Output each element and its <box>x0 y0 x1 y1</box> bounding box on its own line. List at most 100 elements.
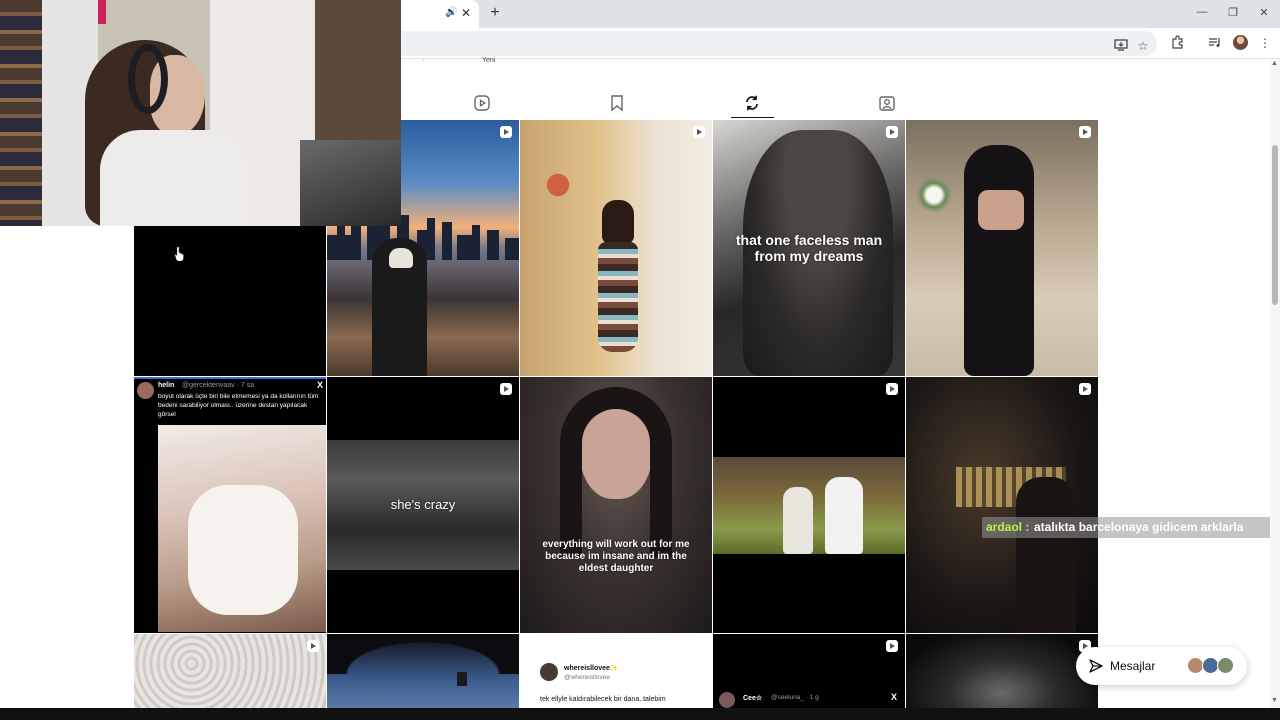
browser-tab[interactable]: 🔊 ✕ <box>401 0 479 28</box>
reel-icon <box>886 640 898 652</box>
hair-shape <box>560 387 672 557</box>
striped-dress <box>598 242 638 352</box>
white-dress <box>188 485 298 615</box>
messages-label: Mesajlar <box>1110 659 1156 673</box>
tweet-top-border <box>134 377 326 379</box>
flower-decor <box>538 155 578 215</box>
reels-icon <box>474 95 490 111</box>
saved-tab[interactable] <box>608 94 626 112</box>
screen: 🔊 ✕ + — ❐ ✕ ☆ ⋮ · Yeni that one faceless… <box>0 0 1280 720</box>
reposts-tab[interactable] <box>743 94 761 112</box>
x-icon: X <box>317 380 324 390</box>
tweet-image <box>158 425 326 632</box>
reel-icon <box>1079 383 1091 395</box>
avatar <box>137 382 154 399</box>
reel-icon <box>693 126 705 138</box>
caption-eldest: everything will work out for me because … <box>542 539 690 574</box>
bookshelf <box>0 0 42 226</box>
extensions-icon[interactable] <box>1169 35 1187 51</box>
grid-post-tweet-whereisllovee[interactable]: whereisllovee✨ @whereisllovee tek ellyle… <box>520 634 712 708</box>
cut-dot: · <box>422 57 425 64</box>
laptop-shape <box>300 140 401 226</box>
hair-shape <box>602 200 634 244</box>
reel-icon <box>886 383 898 395</box>
stream-chat-message: ardaol : atalıkta barcelonaya gidicem ar… <box>982 517 1280 538</box>
cap-shape <box>389 248 413 268</box>
reels-tab[interactable] <box>473 94 491 112</box>
grid-post-dark-face[interactable] <box>906 634 1098 708</box>
grid-post-arch-lamp[interactable] <box>327 634 519 708</box>
headphones <box>128 44 168 114</box>
grid-post-striped-dress[interactable] <box>520 120 712 376</box>
tab-close-icon[interactable]: ✕ <box>461 6 471 20</box>
star-icon[interactable]: ☆ <box>1134 38 1152 54</box>
tweet-name: whereisllovee✨ <box>564 665 619 672</box>
repost-icon <box>746 95 758 111</box>
arch-shape <box>327 634 519 674</box>
tagged-icon <box>879 96 895 111</box>
browser-toolbar: ☆ ⋮ <box>401 28 1280 58</box>
profile-avatar[interactable] <box>1233 35 1248 50</box>
chat-username: ardaol : <box>986 520 1030 534</box>
reel-icon <box>500 126 512 138</box>
person-left <box>783 487 813 554</box>
cut-label: Yeni <box>482 57 496 64</box>
reel-icon <box>500 383 512 395</box>
grid-post-couple-field[interactable] <box>713 377 905 633</box>
reel-icon <box>1079 126 1091 138</box>
toolbar-divider <box>401 58 1280 59</box>
caption-faceless: that one faceless man from my dreams <box>735 232 883 264</box>
media-icon[interactable] <box>1206 35 1224 51</box>
grid-post-shes-crazy[interactable]: she's crazy <box>327 377 519 633</box>
couple-silhouette <box>1016 477 1076 633</box>
tweet-text: boyut olarak üçte biri bile etmemesi ya … <box>158 393 319 418</box>
tweet-handle: @gercektenvaav · 7 sa <box>182 382 255 389</box>
avatar <box>719 692 735 708</box>
tweet-name: helin <box>158 382 175 389</box>
bookmark-icon <box>611 95 623 112</box>
browser-tabbar: 🔊 ✕ + — ❐ ✕ <box>401 0 1280 28</box>
person-right <box>825 477 863 554</box>
grid-post-tweet-helin[interactable]: helin @gercektenvaav · 7 sa X boyut olar… <box>134 377 326 633</box>
field-photo <box>713 457 905 554</box>
scroll-down-arrow-icon[interactable]: ▼ <box>1271 697 1278 704</box>
shirt-shape <box>100 130 250 226</box>
reel-icon <box>307 640 319 652</box>
menu-icon[interactable]: ⋮ <box>1256 35 1274 51</box>
pink-decor <box>98 0 106 24</box>
x-icon: X <box>891 692 898 702</box>
address-bar[interactable]: ☆ <box>401 31 1157 56</box>
send-icon <box>1089 659 1103 673</box>
reel-icon <box>886 126 898 138</box>
active-tab-indicator <box>731 117 774 118</box>
install-app-icon[interactable] <box>1112 38 1130 54</box>
tweet-text: tek ellyle kaldırabilecek bir dana..tale… <box>540 696 666 703</box>
minimize-button[interactable]: — <box>1192 6 1212 18</box>
grid-post-tweet-cee[interactable]: Cee☆ @ceeluna_ · 1 g X <box>713 634 905 708</box>
bottom-bar <box>0 708 1280 720</box>
hand-cursor-icon <box>174 246 185 261</box>
avatar <box>1217 657 1234 674</box>
messages-button[interactable]: Mesajlar <box>1076 647 1247 685</box>
webcam-overlay <box>0 0 401 226</box>
tagged-tab[interactable] <box>878 94 896 112</box>
tweet-name: Cee☆ <box>743 695 763 702</box>
caption-crazy: she's crazy <box>390 497 456 512</box>
tweet-handle: @ceeluna_ · 1 g <box>771 694 819 701</box>
grid-post-black-dress[interactable] <box>906 120 1098 376</box>
tweet-handle: @whereisllovee <box>564 674 610 681</box>
new-tab-button[interactable]: + <box>485 4 505 22</box>
scroll-up-arrow-icon[interactable]: ▲ <box>1271 60 1278 67</box>
window-close-button[interactable]: ✕ <box>1254 6 1274 19</box>
speaker-icon[interactable]: 🔊 <box>445 7 457 18</box>
grid-post-lace[interactable] <box>134 634 326 708</box>
restore-button[interactable]: ❐ <box>1223 6 1243 19</box>
lamp-shape <box>457 672 467 686</box>
grid-post-eldest-daughter[interactable]: everything will work out for me because … <box>520 377 712 633</box>
grid-post-colosseum-couple[interactable] <box>906 377 1098 633</box>
scrollbar-thumb[interactable] <box>1272 145 1278 305</box>
woman-silhouette <box>964 145 1034 376</box>
chat-text: atalıkta barcelonaya gidicem arklarla <box>1034 520 1244 534</box>
shoulders <box>978 190 1024 230</box>
grid-post-faceless-man[interactable]: that one faceless man from my dreams <box>713 120 905 376</box>
